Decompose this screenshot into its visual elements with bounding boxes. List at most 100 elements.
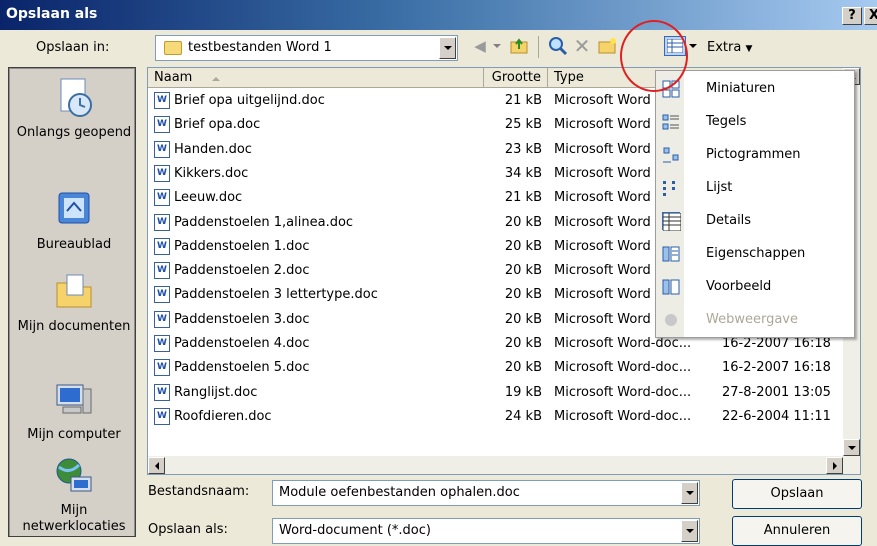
file-size: 25 kB: [504, 117, 542, 133]
extra-menu[interactable]: Extra ▼: [707, 40, 752, 55]
table-row[interactable]: W Ranglijst.doc 19 kB Microsoft Word-doc...…: [148, 382, 848, 404]
file-type: Microsoft Word: [554, 117, 651, 133]
scroll-left-button[interactable]: [148, 457, 165, 474]
menu-item-details[interactable]: Details: [656, 205, 856, 238]
horizontal-scrollbar[interactable]: [148, 456, 860, 474]
filename-dropdown-arrow[interactable]: [681, 482, 698, 504]
menu-item-label: Pictogrammen: [706, 147, 801, 162]
word-doc-icon: W: [154, 140, 170, 158]
place-desktop[interactable]: Bureaublad: [10, 189, 138, 253]
chevron-left-icon: [154, 461, 159, 470]
word-doc-icon: W: [154, 237, 170, 255]
column-header-size[interactable]: Grootte: [484, 68, 548, 88]
save-in-dropdown-arrow[interactable]: [439, 37, 456, 59]
scroll-right-button[interactable]: [826, 457, 843, 474]
title-bar: Opslaan als ? X: [0, 0, 877, 30]
filename-combo[interactable]: Module oefenbestanden ophalen.doc: [272, 480, 700, 506]
menu-item-label: Webweergave: [706, 312, 798, 327]
file-size: 20 kB: [504, 360, 542, 376]
menu-item-eigenschappen[interactable]: Eigenschappen: [656, 238, 856, 271]
details-view-icon: [662, 212, 682, 232]
menu-item-label: Miniaturen: [706, 81, 776, 96]
file-name: Paddenstoelen 5.doc: [174, 360, 310, 376]
help-button[interactable]: ?: [842, 7, 862, 25]
file-type: Microsoft Word-doc...: [554, 336, 692, 351]
webview-icon: [662, 311, 680, 329]
table-row[interactable]: W Paddenstoelen 5.doc 20 kB Microsoft Word-…: [148, 357, 848, 379]
file-type: Microsoft Word: [554, 93, 651, 108]
column-name-label: Naam: [154, 70, 193, 85]
file-type: Microsoft Word: [554, 311, 651, 327]
up-folder-icon[interactable]: [510, 36, 530, 56]
desktop-icon: [58, 192, 90, 224]
new-folder-icon[interactable]: [598, 36, 618, 56]
file-name: Brief opa uitgelijnd.doc: [174, 93, 325, 108]
file-size: 20 kB: [504, 287, 542, 303]
file-type: Microsoft Word: [554, 165, 651, 181]
icons-view-icon: [662, 146, 680, 164]
places-bar-inner: Onlangs geopend Bureaublad Mijn document…: [10, 69, 134, 536]
menu-item-voorbeeld[interactable]: Voorbeeld: [656, 271, 856, 304]
file-type: Microsoft Word: [554, 141, 651, 157]
menu-item-label: Voorbeeld: [706, 279, 772, 294]
file-name: Brief opa.doc: [174, 117, 261, 133]
menu-item-label: Details: [706, 213, 752, 228]
save-as-type-dropdown-arrow[interactable]: [681, 520, 698, 542]
save-in-value: testbestanden Word 1: [188, 40, 332, 55]
save-as-type-combo[interactable]: Word-document (*.doc): [272, 518, 700, 544]
place-network[interactable]: Mijn netwerklocaties: [10, 455, 138, 535]
back-dropdown-icon[interactable]: [492, 36, 502, 56]
menu-item-label: Eigenschappen: [706, 246, 806, 261]
window-title: Opslaan als: [6, 6, 98, 22]
place-my-computer[interactable]: Mijn computer: [10, 379, 138, 443]
menu-item-webweergave[interactable]: Webweergave: [656, 304, 856, 337]
file-date: 16-2-2007 16:18: [722, 336, 831, 351]
scroll-down-button[interactable]: [843, 439, 860, 456]
word-doc-icon: W: [154, 310, 170, 328]
file-date: 22-6-2004 11:11: [722, 408, 831, 424]
menu-item-pictogrammen[interactable]: Pictogrammen: [656, 139, 856, 172]
cancel-button[interactable]: Annuleren: [732, 516, 862, 546]
file-type: Microsoft Word-doc...: [554, 384, 692, 400]
file-size: 19 kB: [504, 384, 542, 400]
list-view-icon: [662, 179, 680, 197]
tiles-icon: [662, 113, 680, 131]
file-name: Paddenstoelen 4.doc: [174, 336, 310, 351]
file-type: Microsoft Word: [554, 287, 651, 303]
chevron-down-icon: [443, 46, 452, 50]
back-icon[interactable]: ◀: [470, 36, 490, 56]
save-in-combo[interactable]: testbestanden Word 1: [155, 35, 458, 61]
word-doc-icon: W: [154, 407, 170, 425]
delete-icon[interactable]: ✕: [572, 34, 592, 58]
file-type: Microsoft Word-doc...: [554, 408, 692, 424]
file-name: Handen.doc: [174, 141, 252, 157]
search-web-icon[interactable]: [548, 36, 568, 56]
close-button[interactable]: X: [864, 7, 877, 25]
up-folder-svg: [510, 38, 528, 54]
word-doc-icon: W: [154, 286, 170, 304]
word-doc-icon: W: [154, 92, 170, 109]
save-as-type-label: Opslaan als:: [148, 522, 228, 537]
file-name: Ranglijst.doc: [174, 384, 258, 400]
file-name: Kikkers.doc: [174, 165, 249, 181]
menu-item-tegels[interactable]: Tegels: [656, 106, 856, 139]
file-type: Microsoft Word: [554, 238, 651, 254]
file-name: Paddenstoelen 1,alinea.doc: [174, 214, 354, 230]
column-header-name[interactable]: Naam: [148, 68, 484, 88]
save-button[interactable]: Opslaan: [732, 479, 862, 509]
filename-value: Module oefenbestanden ophalen.doc: [279, 485, 520, 500]
menu-item-label: Lijst: [706, 180, 733, 195]
place-my-documents[interactable]: Mijn documenten: [10, 271, 138, 335]
views-dropdown-icon[interactable]: [688, 36, 698, 56]
toolbar-separator: [538, 36, 539, 58]
menu-item-lijst[interactable]: Lijst: [656, 172, 856, 205]
save-as-type-value: Word-document (*.doc): [279, 523, 431, 538]
word-doc-icon: W: [154, 189, 170, 207]
file-size: 21 kB: [504, 190, 542, 206]
menu-item-miniaturen[interactable]: Miniaturen: [656, 73, 856, 106]
table-row[interactable]: W Roofdieren.doc 24 kB Microsoft Word-doc..…: [148, 406, 848, 428]
place-my-computer-label: Mijn computer: [27, 427, 121, 442]
word-doc-icon: W: [154, 383, 170, 401]
word-doc-icon: W: [154, 164, 170, 182]
place-recent[interactable]: Onlangs geopend: [10, 77, 138, 141]
